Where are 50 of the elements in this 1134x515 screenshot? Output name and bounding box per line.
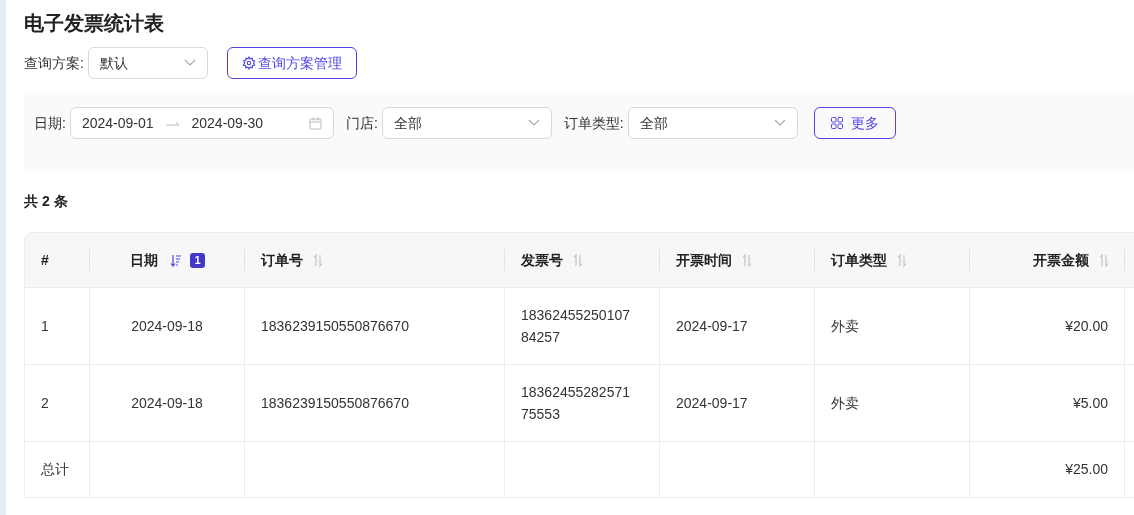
select-field[interactable]: 全部 xyxy=(627,107,798,139)
chevron-down-icon xyxy=(183,59,196,67)
scheme-manage-button[interactable]: 查询方案管理 xyxy=(226,47,357,79)
column-header[interactable]: 发票号 xyxy=(521,249,563,271)
table-cell-text: 1 xyxy=(41,316,49,336)
end-date: 2024-09-30 xyxy=(191,113,264,133)
calendar-icon xyxy=(308,116,322,130)
column-header[interactable]: 开票金额 xyxy=(1033,249,1089,271)
chevron-down-icon xyxy=(773,119,786,127)
column-header[interactable]: 订单号 xyxy=(261,249,303,271)
table-cell-text: 2024-09-17 xyxy=(676,393,748,413)
select-field[interactable]: 默认 xyxy=(87,47,208,79)
column-header[interactable]: 开票时间 xyxy=(676,249,732,271)
grid-icon xyxy=(830,117,843,129)
record-count: 共 2 条 xyxy=(24,192,69,211)
page-title: 电子发票统计表 xyxy=(24,11,165,36)
field-label: 订单类型: xyxy=(563,114,624,133)
sort-descending-icon[interactable] xyxy=(170,253,183,267)
table-cell-text: 1836239150550876670 xyxy=(261,316,409,336)
sort-icon[interactable] xyxy=(742,253,752,267)
sort-icon[interactable] xyxy=(313,253,323,267)
table-cell-text: 1836245528257175553 xyxy=(521,383,631,424)
table-cell-text: 1836239150550876670 xyxy=(261,393,409,413)
field-label: 查询方案: xyxy=(24,53,84,73)
start-date: 2024-09-01 xyxy=(81,113,154,133)
table-cell-text: 1836245525010784257 xyxy=(521,306,631,347)
table-cell-text: ¥20.00 xyxy=(1065,316,1108,336)
table-cell-text: 2 xyxy=(41,393,49,413)
date-range-field[interactable]: 2024-09-01 2024-09-30 xyxy=(69,107,334,139)
chevron-down-icon xyxy=(527,119,540,127)
sort-icon[interactable] xyxy=(1099,253,1109,267)
field-label: 门店: xyxy=(345,114,378,133)
sort-order-badge: 1 xyxy=(190,252,205,268)
table-cell-text: 2024-09-18 xyxy=(131,393,203,413)
table-cell-text: 总计 xyxy=(41,460,69,479)
table-cell-text: 外卖 xyxy=(831,393,859,413)
table-cell-text: ¥5.00 xyxy=(1072,393,1108,413)
settings-icon xyxy=(241,56,256,70)
sort-icon[interactable] xyxy=(897,253,907,267)
table-cell-text: 2024-09-18 xyxy=(131,316,203,336)
table-cell-text: ¥25.00 xyxy=(1065,460,1108,479)
column-header[interactable]: 日期 xyxy=(130,249,159,271)
sort-icon[interactable] xyxy=(573,253,583,267)
select-field[interactable]: 全部 xyxy=(381,107,552,139)
column-header[interactable]: 订单类型 xyxy=(831,249,887,271)
field-label: 日期: xyxy=(34,114,66,133)
table-cell-text: 2024-09-17 xyxy=(676,316,748,336)
column-header: # xyxy=(41,250,49,270)
table-cell-text: 外卖 xyxy=(831,316,859,336)
more-button[interactable]: 更多 xyxy=(813,107,896,139)
